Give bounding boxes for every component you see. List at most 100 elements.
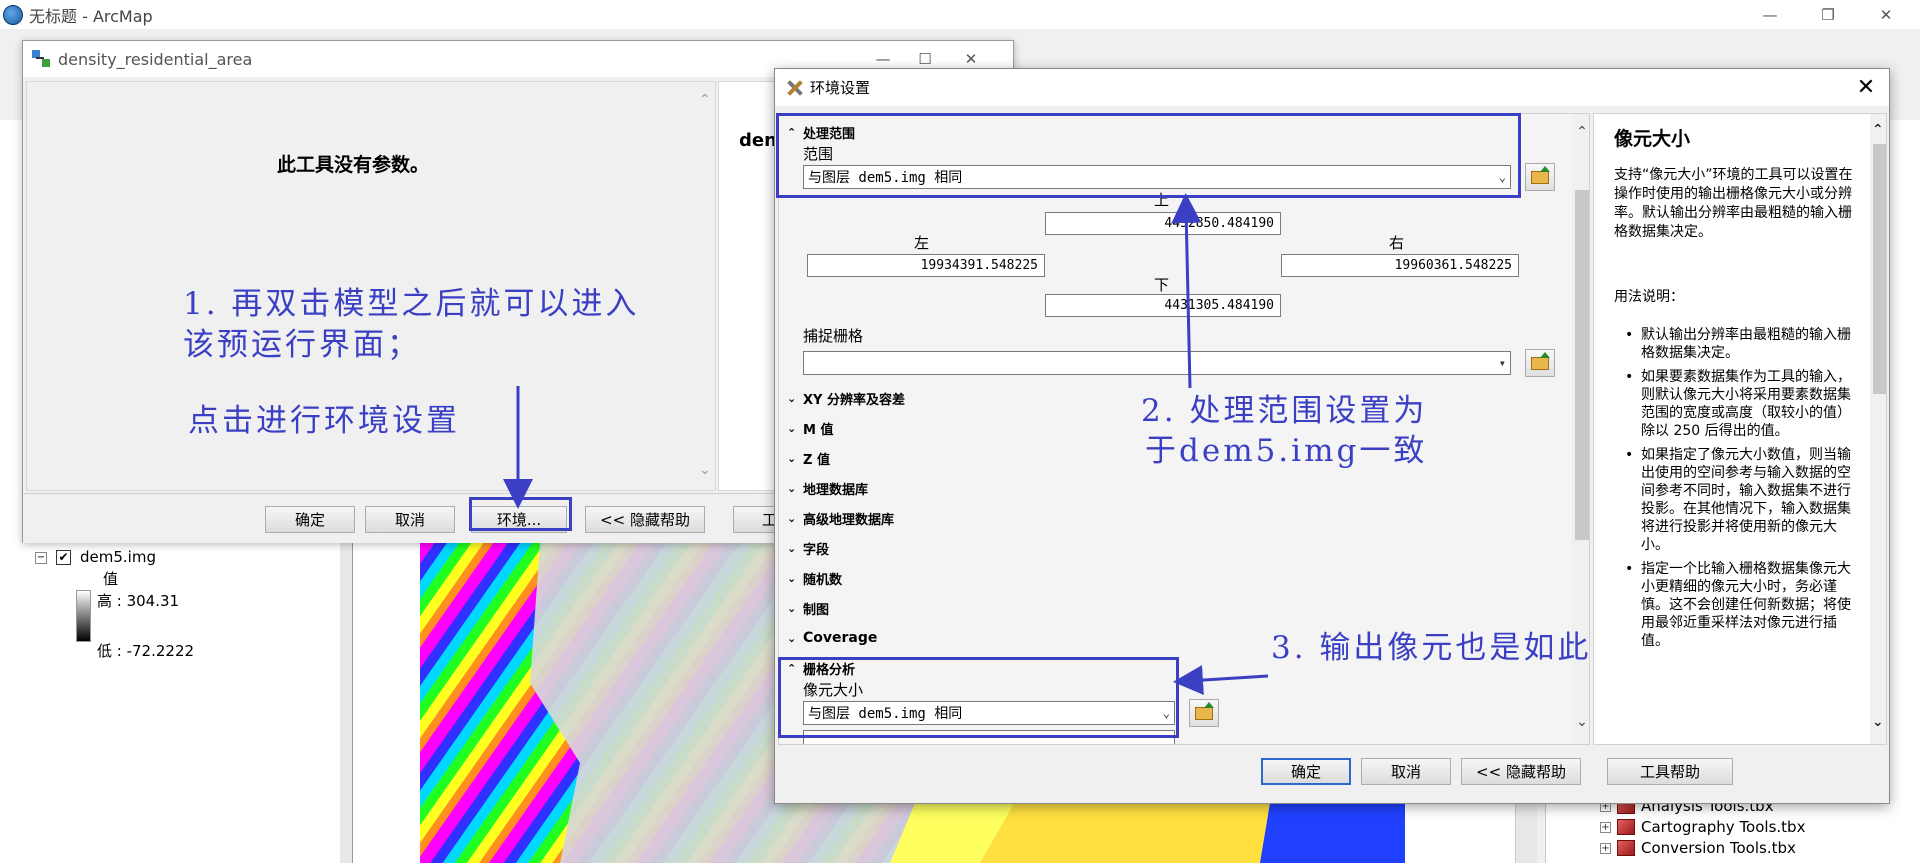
chevron-down-icon: ⌄ xyxy=(1498,170,1506,184)
extent-top-label: 上 xyxy=(1154,191,1170,209)
partial-field[interactable] xyxy=(803,730,1175,744)
hide-help-button[interactable]: << 隐藏帮助 xyxy=(585,506,705,533)
scroll-down-icon[interactable]: ⌄ xyxy=(699,462,711,478)
arcmap-logo-icon xyxy=(3,4,23,25)
expand-icon: ⌄ xyxy=(787,602,797,615)
cell-size-browse-button[interactable] xyxy=(1189,699,1219,727)
snap-raster-label: 捕捉栅格 xyxy=(803,327,864,345)
catalog-item-label: Conversion Tools.tbx xyxy=(1641,839,1796,857)
toolbox-icon xyxy=(1617,819,1635,835)
section-z-values[interactable]: ⌄ Z 值 xyxy=(787,449,830,468)
annotation-2-line2: 于dem5.img一致 xyxy=(1145,433,1428,469)
section-advanced-geodatabase[interactable]: ⌄ 高级地理数据库 xyxy=(787,509,894,528)
hide-help-button[interactable]: << 隐藏帮助 xyxy=(1461,758,1581,785)
snap-raster-browse-button[interactable] xyxy=(1525,349,1555,377)
help-intro: 支持“像元大小”环境的工具可以设置在操作时使用的输出栅格像元大小或分辨率。默认输… xyxy=(1614,167,1853,240)
expand-icon: ⌄ xyxy=(787,482,797,495)
env-dialog-titlebar: 环境设置 ✕ xyxy=(775,69,1889,106)
layer-collapse-icon[interactable]: − xyxy=(35,552,47,564)
cancel-button[interactable]: 取消 xyxy=(1361,758,1451,785)
help-usage-heading: 用法说明： xyxy=(1614,289,1684,305)
expand-icon: ⌄ xyxy=(787,392,797,405)
snap-raster-dropdown[interactable]: ▾ xyxy=(803,351,1511,375)
help-scrollbar[interactable]: ⌃ ⌄ xyxy=(1870,114,1886,744)
scroll-down-icon[interactable]: ⌄ xyxy=(1574,714,1589,730)
model-icon xyxy=(32,50,52,68)
annotation-2-line1: 2. 处理范围设置为 xyxy=(1141,393,1428,429)
section-processing-extent[interactable]: ⌃ 处理范围 xyxy=(787,123,855,142)
section-xy-resolution[interactable]: ⌄ XY 分辨率及容差 xyxy=(787,389,905,408)
tool-help-heading: den xyxy=(739,130,777,151)
scroll-up-icon[interactable]: ⌃ xyxy=(699,92,711,108)
expand-icon: ⌄ xyxy=(787,452,797,465)
section-raster-analysis[interactable]: ⌃ 栅格分析 xyxy=(787,659,855,678)
scroll-up-icon[interactable]: ⌃ xyxy=(1872,122,1884,138)
extent-right-field[interactable]: 19960361.548225 xyxy=(1281,254,1519,277)
annotation-1-line2: 该预运行界面； xyxy=(183,327,421,363)
list-item: 默认输出分辨率由最粗糙的输入栅格数据集决定。 xyxy=(1625,326,1859,362)
env-help-pane: 像元大小 支持“像元大小”环境的工具可以设置在操作时使用的输出栅格像元大小或分辨… xyxy=(1593,113,1887,745)
maximize-icon[interactable]: ❐ xyxy=(1800,0,1856,29)
extent-top-field[interactable]: 4452850.484190 xyxy=(1045,212,1281,235)
folder-icon xyxy=(1531,165,1550,184)
collapse-icon: ⌃ xyxy=(787,662,797,675)
expand-icon[interactable]: + xyxy=(1600,821,1611,833)
scroll-down-icon[interactable]: ⌄ xyxy=(1872,714,1884,730)
extent-dropdown[interactable]: 与图层 dem5.img 相同 ⌄ xyxy=(803,165,1511,189)
layer-visibility-checkbox[interactable]: ✔ xyxy=(56,550,71,565)
list-item: 如果要素数据集作为工具的输入，则默认像元大小将采用要素数据集范围的宽度或高度（取… xyxy=(1625,368,1859,440)
arcmap-titlebar: 无标题 - ArcMap — ❐ ✕ xyxy=(0,0,1920,29)
section-fields[interactable]: ⌄ 字段 xyxy=(787,539,829,558)
tool-dialog-title: density_residential_area xyxy=(58,49,253,69)
expand-icon: ⌄ xyxy=(787,572,797,585)
catalog-item[interactable]: + Conversion Tools.tbx xyxy=(1600,839,1796,857)
ok-button[interactable]: 确定 xyxy=(1261,758,1351,785)
expand-icon[interactable]: + xyxy=(1600,842,1611,854)
scroll-thumb[interactable] xyxy=(1873,144,1886,394)
help-bullets: 默认输出分辨率由最粗糙的输入栅格数据集决定。 如果要素数据集作为工具的输入，则默… xyxy=(1625,326,1859,656)
collapse-icon: ⌃ xyxy=(787,126,797,139)
section-m-values[interactable]: ⌄ M 值 xyxy=(787,419,833,438)
section-coverage[interactable]: ⌄ Coverage xyxy=(787,630,877,646)
chevron-down-icon: ⌄ xyxy=(1162,706,1170,720)
close-icon[interactable]: ✕ xyxy=(1858,0,1914,29)
cell-size-dropdown[interactable]: 与图层 dem5.img 相同 ⌄ xyxy=(803,701,1175,725)
legend-high: 高 : 304.31 xyxy=(97,592,180,610)
close-icon[interactable]: ✕ xyxy=(1851,71,1881,103)
annotation-1-line1: 1. 再双击模型之后就可以进入 xyxy=(183,286,640,322)
env-dialog-title: 环境设置 xyxy=(810,79,871,97)
folder-icon xyxy=(1195,701,1214,720)
scroll-thumb[interactable] xyxy=(1575,190,1589,540)
ok-button[interactable]: 确定 xyxy=(265,506,355,533)
arcmap-title: 无标题 - ArcMap xyxy=(29,6,153,26)
layer-name[interactable]: dem5.img xyxy=(80,548,156,566)
annotation-3: 3. 输出像元也是如此 xyxy=(1271,630,1592,666)
extent-bottom-label: 下 xyxy=(1154,276,1170,294)
extent-browse-button[interactable] xyxy=(1525,163,1555,191)
expand-icon: ⌄ xyxy=(787,631,797,645)
list-item: 如果指定了像元大小数值，则当输出使用的空间参考与输入数据的空间参考不同时，输入数… xyxy=(1625,446,1859,554)
minimize-icon[interactable]: — xyxy=(1742,0,1798,29)
toolbox-icon xyxy=(1617,840,1635,856)
extent-right-label: 右 xyxy=(1389,234,1405,252)
legend-ramp xyxy=(76,590,91,642)
list-item: 指定一个比输入栅格数据集像元大小更精细的像元大小时，务必谨慎。这不会创建任何新数… xyxy=(1625,560,1859,650)
no-parameters-message: 此工具没有参数。 xyxy=(277,154,430,176)
scroll-up-icon[interactable]: ⌃ xyxy=(1574,124,1589,140)
toc-scrollbar[interactable] xyxy=(340,543,352,863)
expand-icon: ⌄ xyxy=(787,512,797,525)
catalog-item[interactable]: + Cartography Tools.tbx xyxy=(1600,818,1805,836)
cell-size-label: 像元大小 xyxy=(803,681,864,699)
params-scrollbar[interactable]: ⌃ ⌄ xyxy=(697,82,717,492)
expand-icon: ⌄ xyxy=(787,542,797,555)
help-title: 像元大小 xyxy=(1614,128,1691,150)
section-geodatabase[interactable]: ⌄ 地理数据库 xyxy=(787,479,868,498)
tools-icon xyxy=(784,78,804,98)
extent-bottom-field[interactable]: 4431305.484190 xyxy=(1045,294,1281,317)
environments-button[interactable]: 环境... xyxy=(471,506,567,533)
extent-left-field[interactable]: 19934391.548225 xyxy=(807,254,1045,277)
section-random-numbers[interactable]: ⌄ 随机数 xyxy=(787,569,842,588)
tool-help-button[interactable]: 工具帮助 xyxy=(1607,758,1733,785)
cancel-button[interactable]: 取消 xyxy=(365,506,455,533)
section-cartography[interactable]: ⌄ 制图 xyxy=(787,599,829,618)
